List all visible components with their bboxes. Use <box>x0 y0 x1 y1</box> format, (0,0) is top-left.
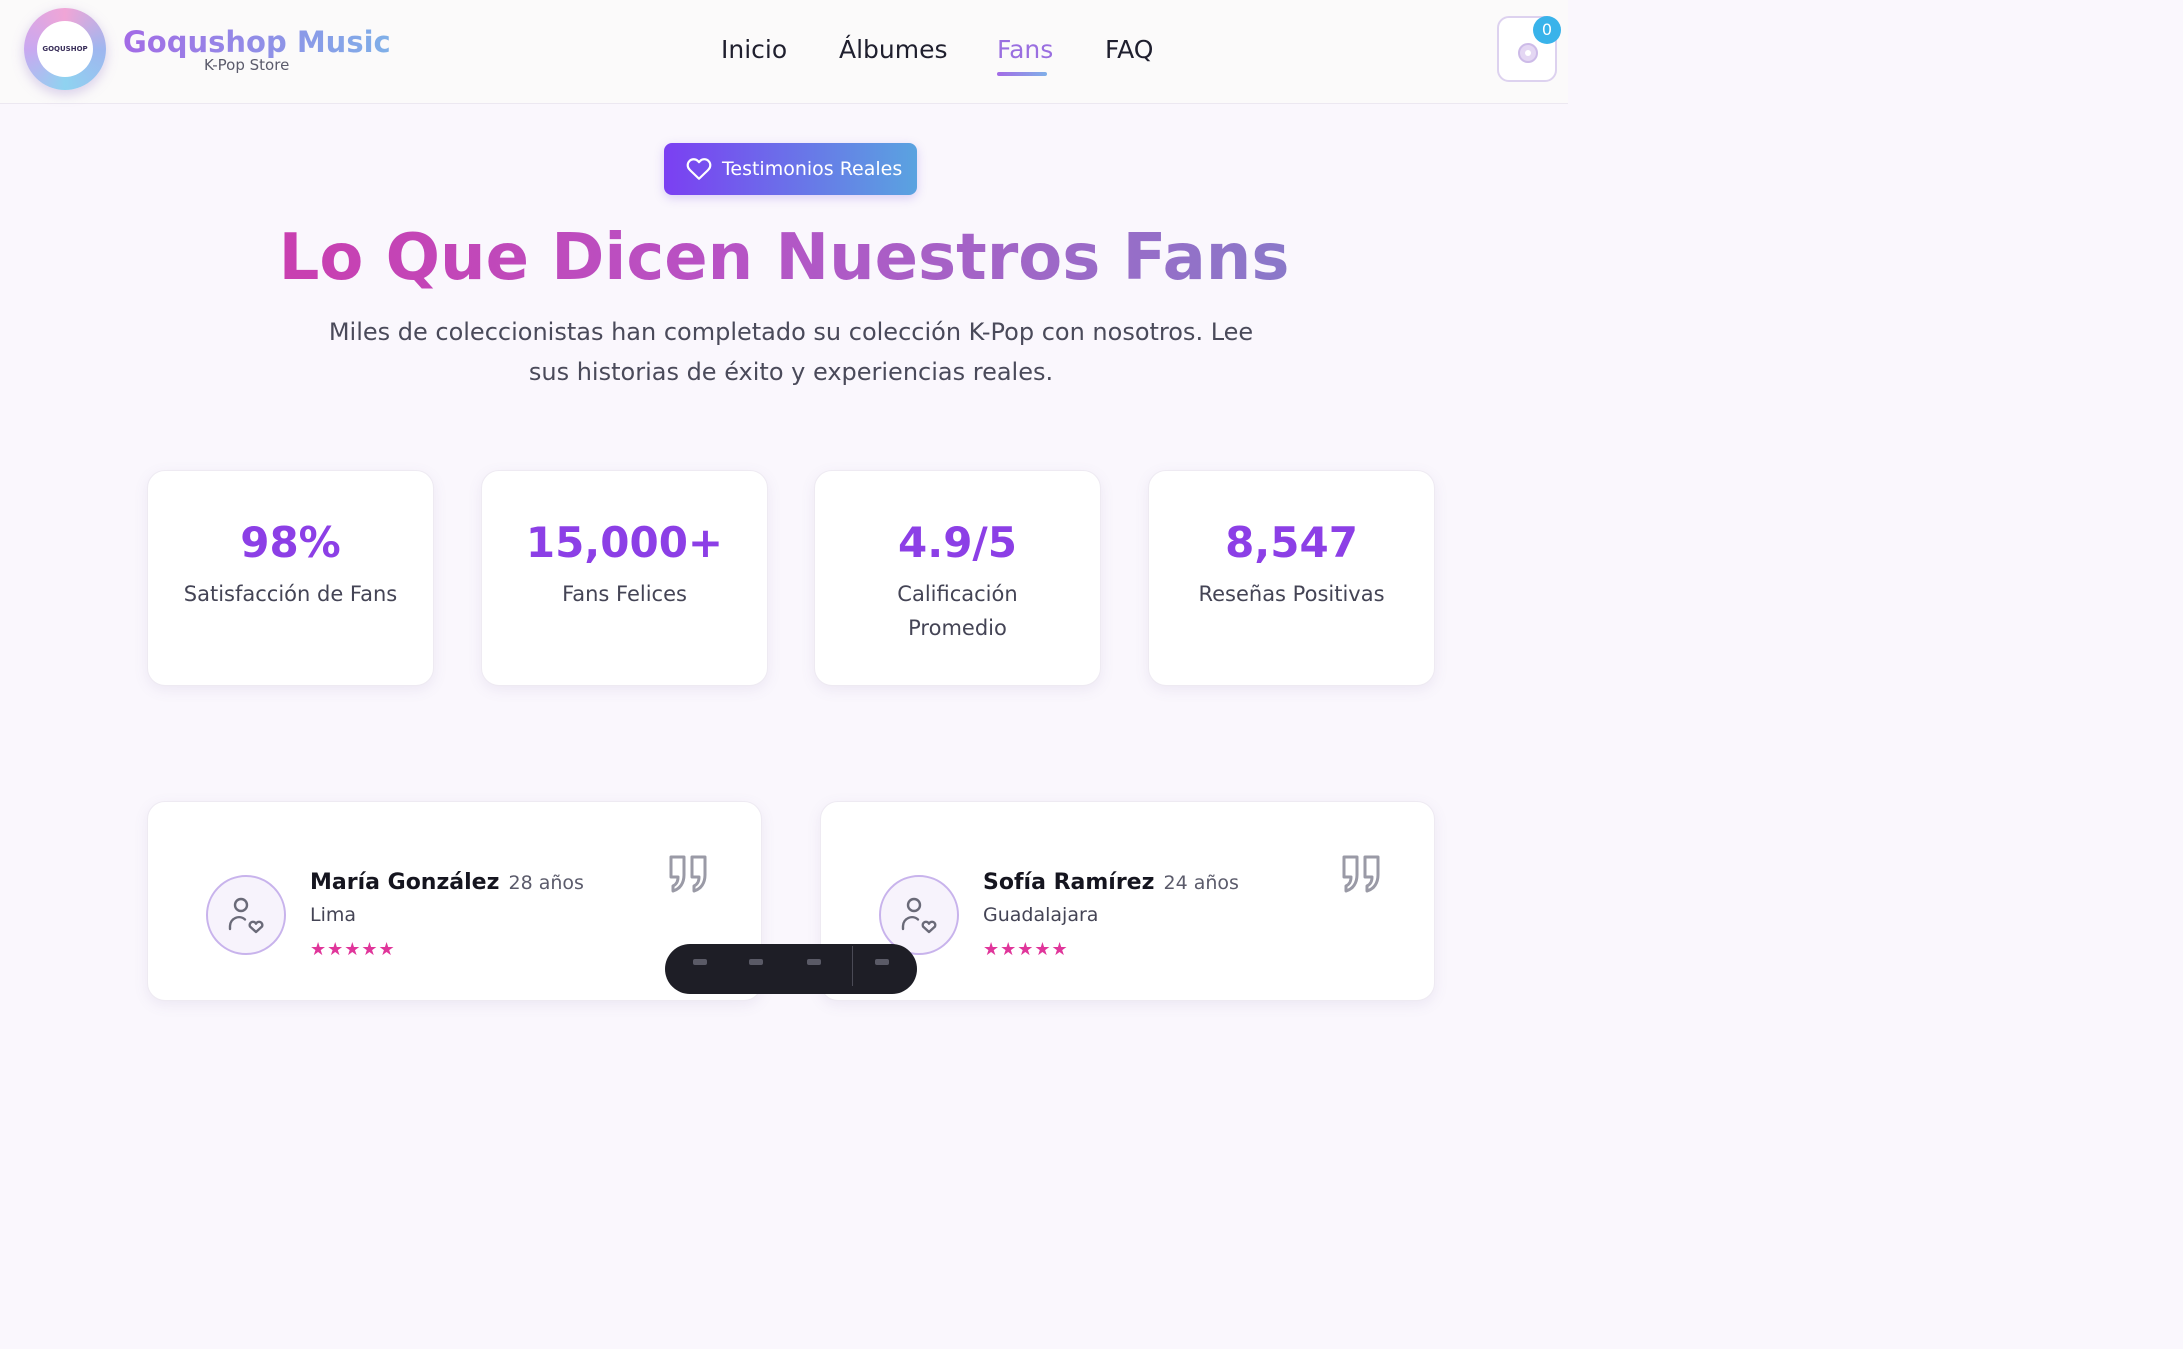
stat-value: 8,547 <box>1225 518 1358 567</box>
user-heart-icon <box>901 897 937 934</box>
stat-label: Reseñas Positivas <box>1198 582 1385 606</box>
logo[interactable]: GOQUSHOP <box>24 8 106 90</box>
testimonial-header: María González 28 años <box>310 870 584 895</box>
nav-faq[interactable]: FAQ <box>1105 34 1153 66</box>
nav-inicio[interactable]: Inicio <box>721 34 787 66</box>
brand-title[interactable]: Goqushop Music <box>123 24 391 60</box>
brand-subtitle: K-Pop Store <box>204 56 290 74</box>
nav-albumes[interactable]: Álbumes <box>839 34 948 66</box>
star-rating: ★★★★★ <box>310 939 396 960</box>
toolbar-divider <box>852 946 853 986</box>
toolbar-icon[interactable] <box>807 959 821 965</box>
stat-card-satisfaction: 98% Satisfacción de Fans <box>147 470 434 686</box>
floating-toolbar[interactable] <box>665 944 917 994</box>
logo-inner: GOQUSHOP <box>37 21 93 77</box>
toolbar-icon[interactable] <box>693 959 707 965</box>
testimonial-header: Sofía Ramírez 24 años <box>983 870 1239 895</box>
stat-value: 98% <box>240 518 341 567</box>
testimonial-city: Lima <box>310 904 357 926</box>
stat-label: Fans Felices <box>562 582 687 606</box>
quote-icon <box>669 855 707 893</box>
stat-value: 4.9/5 <box>898 518 1017 567</box>
stat-card-happy-fans: 15,000+ Fans Felices <box>481 470 768 686</box>
cart-count-badge: 0 <box>1533 16 1561 44</box>
stat-card-rating: 4.9/5 Calificación Promedio <box>814 470 1101 686</box>
testimonial-city: Guadalajara <box>983 904 1099 926</box>
disc-icon <box>1518 43 1538 63</box>
page-title: Lo Que Dicen Nuestros Fans <box>0 218 1568 298</box>
testimonial-age: 28 años <box>508 872 584 894</box>
testimonial-name: María González <box>310 870 500 895</box>
toolbar-icon[interactable] <box>749 959 763 965</box>
avatar <box>206 875 286 955</box>
stat-label: Calificación Promedio <box>897 582 1018 640</box>
nav-fans[interactable]: Fans <box>997 34 1053 66</box>
logo-text: GOQUSHOP <box>42 44 88 53</box>
testimonial-name: Sofía Ramírez <box>983 870 1155 895</box>
testimonials-badge-label: Testimonios Reales <box>722 158 903 180</box>
page-description: Miles de coleccionistas han completado s… <box>328 318 1254 386</box>
star-rating: ★★★★★ <box>983 939 1069 960</box>
testimonial-age: 24 años <box>1163 872 1239 894</box>
nav-active-indicator <box>997 72 1047 76</box>
stat-value: 15,000+ <box>525 518 724 567</box>
site-header: GOQUSHOP Goqushop Music K-Pop Store Inic… <box>0 0 1568 104</box>
stat-label: Satisfacción de Fans <box>183 582 398 606</box>
avatar <box>879 875 959 955</box>
page-title-text: Lo Que Dicen Nuestros Fans <box>278 221 1290 295</box>
testimonials-badge: Testimonios Reales <box>664 143 917 195</box>
toolbar-icon[interactable] <box>875 959 889 965</box>
quote-icon <box>1342 855 1380 893</box>
heart-icon <box>686 158 712 180</box>
user-heart-icon <box>228 897 264 934</box>
stat-card-reviews: 8,547 Reseñas Positivas <box>1148 470 1435 686</box>
